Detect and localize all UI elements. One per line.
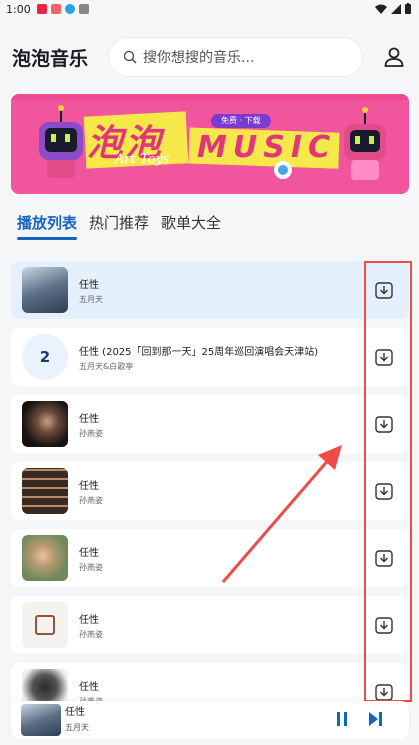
player-artist: 五月天	[65, 723, 89, 732]
song-artist: 五月天&白歌亭	[79, 362, 134, 371]
album-cover	[22, 468, 68, 514]
search-icon	[123, 50, 137, 64]
pause-icon[interactable]	[334, 711, 350, 727]
song-artist: 孙燕姿	[79, 630, 103, 639]
search-placeholder: 搜你想搜的音乐...	[143, 50, 255, 66]
song-title: 任性	[79, 414, 99, 425]
download-column-highlight	[364, 261, 412, 702]
tab-bar: 播放列表 热门推荐 歌单大全	[17, 212, 221, 240]
song-row[interactable]: 任性 孙燕姿	[11, 395, 409, 453]
song-row[interactable]: 任性 孙燕姿	[11, 462, 409, 520]
album-cover	[22, 602, 68, 648]
tab-songlist-all[interactable]: 歌单大全	[161, 212, 221, 233]
album-cover	[22, 535, 68, 581]
album-cover	[22, 401, 68, 447]
song-row[interactable]: 任性 孙燕姿	[11, 596, 409, 654]
song-artist: 五月天	[79, 295, 103, 304]
album-cover	[22, 267, 68, 313]
app-header: 泡泡音乐 搜你想搜的音乐...	[0, 36, 419, 80]
song-row[interactable]: 任性 孙燕姿	[11, 529, 409, 587]
tab-hot-recommend[interactable]: 热门推荐	[89, 212, 149, 233]
notification-icon	[36, 4, 47, 14]
app-title: 泡泡音乐	[12, 48, 89, 70]
player-title: 任性	[65, 707, 85, 718]
notification-icon	[64, 4, 75, 14]
tab-playlist[interactable]: 播放列表	[17, 212, 78, 240]
status-bar: 1:00	[0, 0, 419, 18]
signal-icon	[391, 3, 401, 14]
shield-icon	[78, 4, 89, 14]
song-title: 任性	[79, 481, 99, 492]
album-logo-icon	[35, 615, 55, 635]
status-indicators	[375, 3, 411, 14]
song-title: 任性	[79, 548, 99, 559]
wifi-icon	[375, 4, 387, 14]
song-row[interactable]: 任性 五月天	[11, 261, 409, 319]
song-title: 任性	[79, 615, 99, 626]
search-input[interactable]: 搜你想搜的音乐...	[108, 37, 363, 77]
banner-badge: 免费 · 下载	[221, 116, 261, 125]
banner-script: Art Toys	[115, 152, 170, 167]
song-artist: 孙燕姿	[79, 563, 103, 572]
banner-title-en: MUSIC	[197, 130, 336, 165]
song-artist: 孙燕姿	[79, 429, 103, 438]
next-track-icon[interactable]	[367, 711, 383, 727]
notification-icon	[50, 4, 61, 14]
user-icon[interactable]	[383, 46, 405, 68]
song-title: 任性 (2025「回到那一天」25周年巡回演唱会天津站)	[79, 347, 319, 358]
battery-icon	[405, 3, 411, 14]
song-artist: 孙燕姿	[79, 496, 103, 505]
track-number-badge: 2	[22, 334, 68, 380]
song-title: 任性	[79, 280, 99, 291]
player-album-cover	[21, 704, 61, 736]
song-row[interactable]: 2 任性 (2025「回到那一天」25周年巡回演唱会天津站) 五月天&白歌亭	[11, 328, 409, 386]
song-title: 任性	[79, 682, 99, 693]
promo-banner[interactable]: 泡泡 MUSIC Art Toys 免费 · 下载	[11, 94, 409, 194]
status-time: 1:00	[6, 2, 31, 16]
mini-player[interactable]: 任性 五月天	[11, 701, 409, 739]
